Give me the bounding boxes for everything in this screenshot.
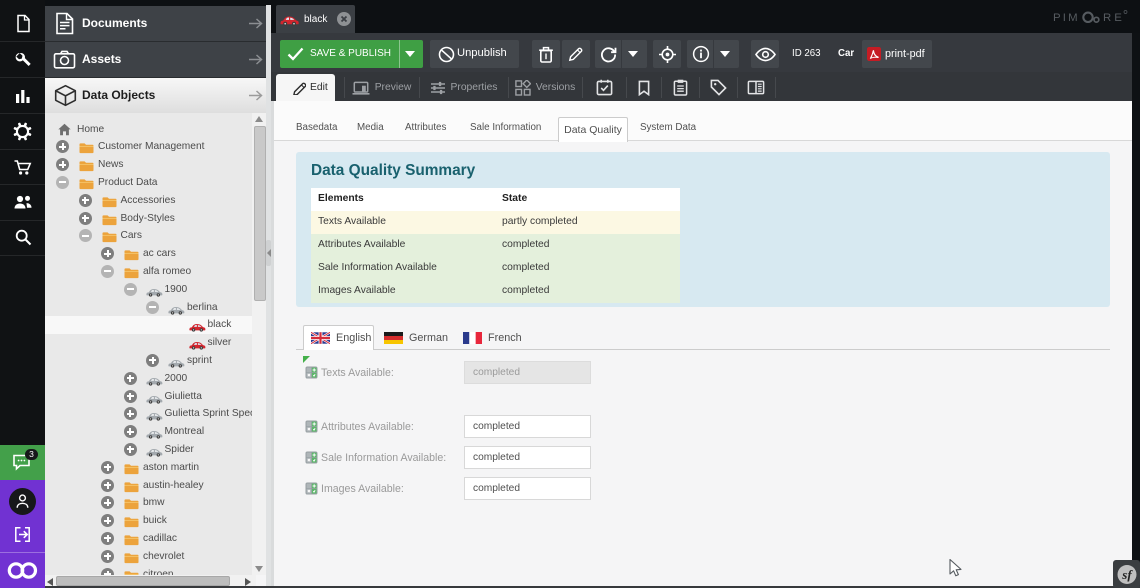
svg-text:RE: RE (1103, 12, 1125, 24)
svg-text:PIM: PIM (1053, 12, 1080, 24)
svg-text:sf: sf (1121, 567, 1133, 582)
